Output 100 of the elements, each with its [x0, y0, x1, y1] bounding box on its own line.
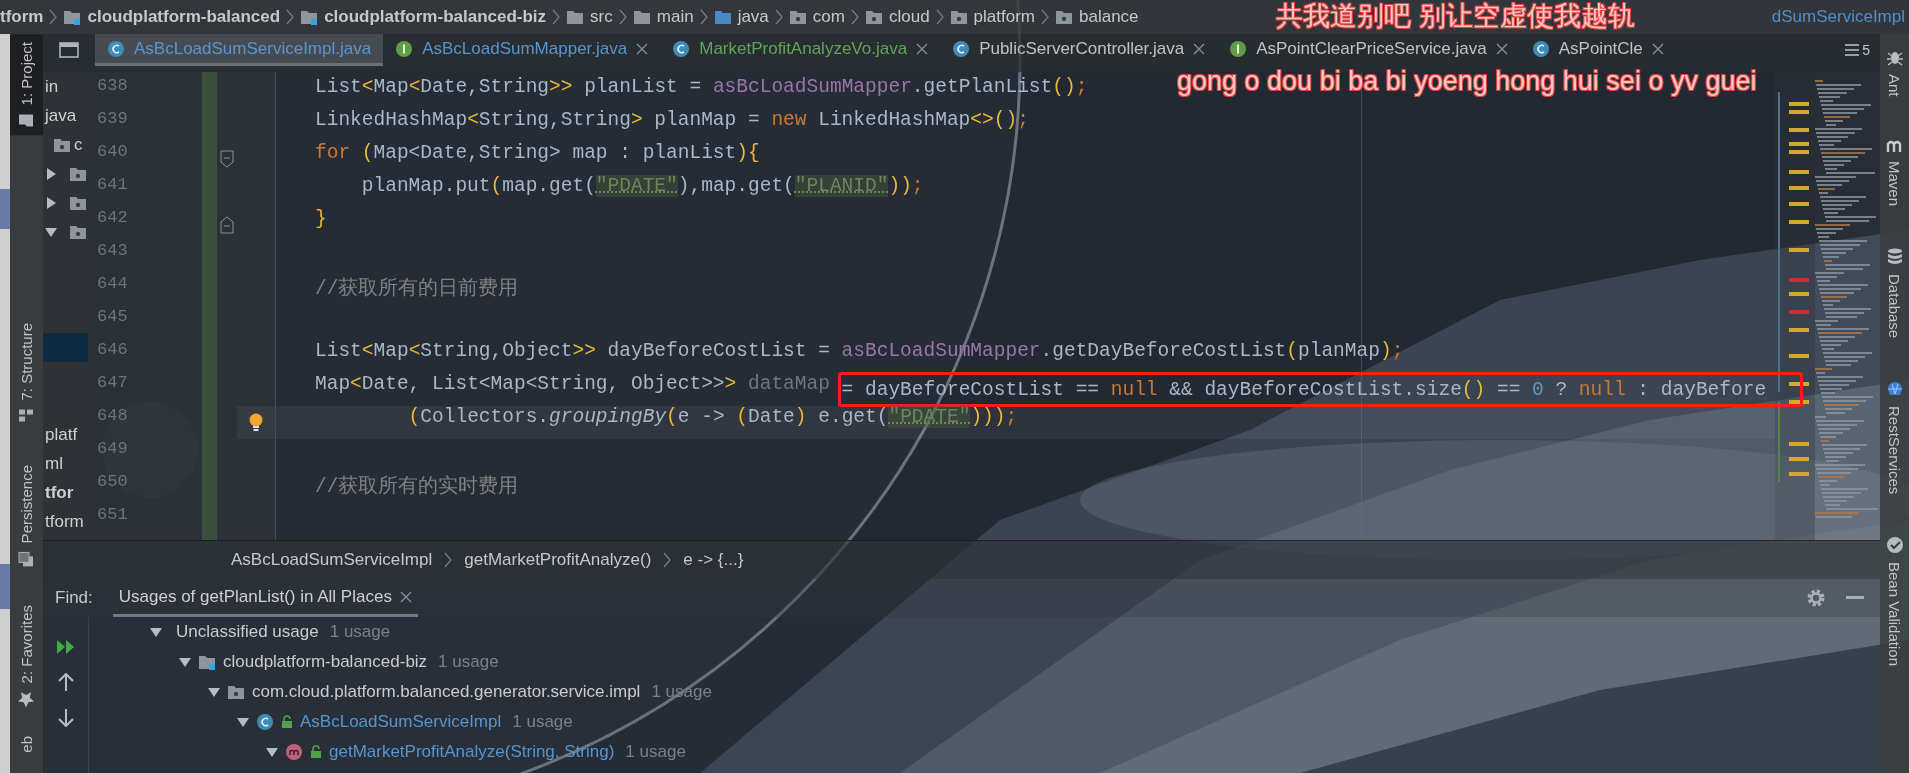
close-icon [1193, 42, 1206, 55]
line-number: 644 [96, 274, 129, 295]
breadcrumb-item[interactable]: AsBcLoadSumServiceImpl [231, 550, 433, 570]
class-icon [107, 39, 125, 58]
breadcrumb-item[interactable]: cloud [864, 7, 930, 27]
close-icon [1495, 42, 1508, 55]
chevron-icon [286, 9, 295, 25]
tree-item[interactable]: getMarketProfitAnalyze(String, String) 1 usage [89, 737, 1880, 767]
close-icon [1651, 42, 1664, 55]
minimize-icon [1846, 596, 1864, 600]
source-folder-icon [713, 9, 732, 25]
project-item[interactable]: in [43, 72, 88, 101]
code-line: LinkedHashMap<String,String> planMap = new LinkedHashMap<>(); [315, 109, 1029, 133]
breadcrumb-item[interactable]: java [713, 7, 769, 27]
editor-tab[interactable]: MarketProfitAnalyzeVo.java [660, 34, 941, 66]
package-icon [1055, 9, 1073, 25]
code-line: = dayBeforeCostList == null && dayBeforeCostList.size() == 0 ? null : dayBefore [841, 379, 1767, 401]
editor-tab[interactable]: PublicServerController.java [940, 34, 1218, 66]
tab-list-button[interactable]: 5 [1835, 34, 1880, 66]
module-folder-icon [63, 9, 82, 25]
breadcrumb-item[interactable]: main [632, 7, 694, 27]
line-number: 651 [96, 505, 129, 526]
breadcrumb-item[interactable]: getMarketProfitAnalyze() [464, 550, 652, 570]
database-icon [1886, 247, 1903, 266]
line-number: 648 [96, 406, 129, 427]
folder-icon [632, 9, 651, 25]
tool-window-tab[interactable]: 2: Favorites [10, 597, 43, 716]
close-icon [916, 42, 929, 55]
maven-icon [1885, 138, 1904, 153]
code-line: //获取所有的实时费用 [315, 474, 519, 500]
chevron-icon [444, 552, 453, 568]
fold-icon [220, 215, 234, 234]
class-icon [672, 39, 691, 58]
tool-window-tab[interactable]: eb [10, 727, 43, 761]
folder-icon [18, 113, 35, 128]
project-item[interactable]: c [43, 130, 88, 159]
project-item[interactable]: tfor [43, 478, 88, 507]
down-arrow-icon [57, 709, 74, 727]
editor-tab[interactable]: AsPointClearPriceService.java [1217, 34, 1520, 66]
fold-icon [220, 149, 234, 168]
line-number: 642 [96, 208, 129, 229]
up-arrow-icon [57, 673, 74, 691]
lock-icon [310, 745, 322, 759]
project-item[interactable]: ml [43, 449, 88, 478]
editor-tab[interactable]: AsBcLoadSumMapper.java [383, 34, 661, 66]
tool-window-tab[interactable]: Bean Validation [1878, 528, 1909, 675]
package-icon [53, 136, 71, 153]
lyric-line: gong o dou bi ba bi yoeng hong hui sei o yv guei [1177, 68, 1757, 95]
lock-icon [281, 715, 293, 729]
class-icon [1531, 39, 1550, 58]
window-icon [59, 42, 79, 58]
breadcrumb-item[interactable]: e -> {...} [683, 550, 744, 570]
chevron-icon [850, 9, 859, 25]
tree-item[interactable]: AsBcLoadSumServiceImpl 1 usage [89, 707, 1880, 737]
chevron-icon [49, 9, 58, 25]
chevron-icon [699, 9, 708, 25]
breadcrumb-item[interactable]: src [566, 7, 613, 27]
tool-window-tab[interactable]: RestServices [1878, 371, 1909, 503]
breadcrumb-item[interactable]: balance [1055, 7, 1139, 27]
code-line: //获取所有的日前费用 [315, 276, 519, 302]
chevron-icon [663, 552, 672, 568]
tool-window-tab[interactable]: Database [1878, 239, 1909, 346]
list-icon [1845, 44, 1860, 56]
tool-window-tab[interactable]: Maven [1878, 130, 1909, 214]
tool-window-tab[interactable]: 1: Project [10, 34, 43, 136]
line-number: 646 [96, 340, 129, 361]
find-tab[interactable]: Usages of getPlanList() in All Places [112, 579, 418, 617]
breadcrumb-item[interactable]: cloudplatform-balanced-biz [300, 7, 547, 27]
tree-item[interactable]: Unclassified usage 1 usage [89, 617, 1880, 647]
project-item[interactable]: tform [43, 507, 88, 536]
breadcrumb-item[interactable]: dSumServiceImpl [1771, 7, 1905, 27]
breadcrumb-item[interactable]: platform [949, 7, 1035, 27]
interface-icon [1229, 39, 1248, 58]
tool-window-tab[interactable]: Ant [1878, 40, 1909, 105]
line-number: 643 [96, 241, 129, 262]
package-icon [69, 165, 87, 182]
breadcrumb-item[interactable]: cloudplatform-balanced [63, 7, 281, 27]
rerun-icon [55, 639, 76, 655]
editor-tab[interactable]: AsPointCle [1519, 34, 1676, 66]
project-item[interactable]: platf [43, 420, 88, 449]
tree-item[interactable]: cloudplatform-balanced-biz 1 usage [89, 647, 1880, 677]
structure-icon [18, 408, 35, 423]
tool-window-tab[interactable]: Persistence [10, 456, 43, 576]
line-number: 647 [96, 373, 129, 394]
line-number: 649 [96, 439, 129, 460]
breadcrumb-item[interactable]: com [788, 7, 845, 27]
chevron-icon [552, 9, 561, 25]
interface-icon [395, 39, 414, 58]
breadcrumb-item[interactable]: tform [0, 7, 44, 27]
lightbulb-icon [248, 412, 264, 433]
module-folder-icon [198, 654, 216, 670]
package-icon [227, 684, 245, 700]
package-icon [69, 194, 87, 211]
check-badge-icon [1885, 536, 1904, 555]
star-icon [18, 691, 35, 708]
method-icon [285, 743, 303, 761]
project-item[interactable]: java [43, 101, 88, 130]
folder-icon [566, 9, 585, 25]
tool-window-tab[interactable]: 7: Structure [10, 315, 43, 431]
line-number: 638 [96, 76, 129, 97]
